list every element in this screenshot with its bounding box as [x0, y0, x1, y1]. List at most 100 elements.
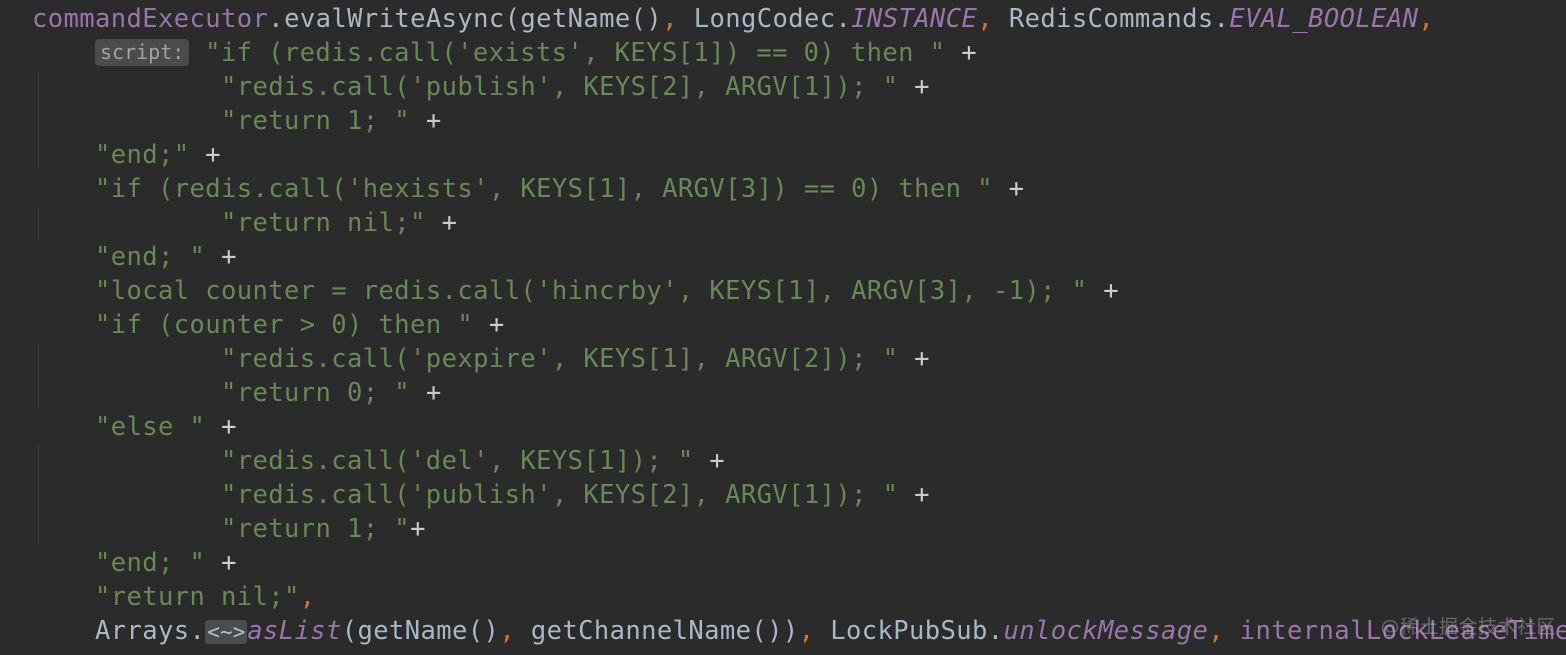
token-punct: ()	[467, 616, 500, 646]
token-op: +	[1008, 174, 1025, 204]
code-line[interactable]: "else " +	[0, 410, 1566, 444]
code-line[interactable]: "redis.call('publish', KEYS[2], ARGV[1])…	[0, 70, 1566, 104]
token-method: getChannelName	[530, 616, 752, 646]
token-string: "return 0; "	[221, 378, 411, 408]
code-line[interactable]: "local counter = redis.call('hincrby', K…	[0, 274, 1566, 308]
token-punct	[1224, 616, 1240, 646]
token-string: "return 1; "	[221, 514, 411, 544]
token-string: "redis.call('publish', KEYS[2], ARGV[1])…	[221, 480, 899, 510]
token-string: "local counter = redis.call('hincrby', K…	[95, 276, 1088, 306]
token-punct	[426, 208, 442, 238]
code-line[interactable]: "if (redis.call('hexists', KEYS[1], ARGV…	[0, 172, 1566, 206]
token-punct	[898, 344, 914, 374]
token-punct	[205, 412, 221, 442]
code-line[interactable]: "return 1; "+	[0, 512, 1566, 546]
token-op: +	[914, 72, 930, 102]
token-punct	[190, 140, 206, 170]
token-comma: ,	[499, 616, 516, 646]
token-punct	[189, 38, 205, 68]
code-line[interactable]: script: "if (redis.call('exists', KEYS[1…	[0, 36, 1566, 70]
token-punct	[205, 548, 221, 578]
code-line[interactable]: commandExecutor.evalWriteAsync(getName()…	[0, 2, 1566, 36]
code-line[interactable]: "end; " +	[0, 546, 1566, 580]
token-punct	[993, 174, 1009, 204]
token-punct: (	[341, 616, 358, 646]
token-op: +	[425, 106, 442, 136]
code-line[interactable]: "return 1; " +	[0, 104, 1566, 138]
code-line[interactable]: "redis.call('publish', KEYS[2], ARGV[1])…	[0, 478, 1566, 512]
token-op: +	[425, 378, 442, 408]
code-line[interactable]: "redis.call('del', KEYS[1]); " +	[0, 444, 1566, 478]
token-punct	[898, 72, 914, 102]
code-line[interactable]: "if (counter > 0) then " +	[0, 308, 1566, 342]
code-line[interactable]: "return 0; " +	[0, 376, 1566, 410]
token-string: "return nil;"	[221, 208, 426, 238]
token-string: "return nil;"	[95, 582, 300, 612]
token-string: "redis.call('publish', KEYS[2], ARGV[1])…	[221, 72, 899, 102]
code-line[interactable]: "return nil;",	[0, 580, 1566, 614]
token-static: unlockMessage	[1003, 616, 1209, 646]
token-op: +	[914, 480, 930, 510]
token-punct	[945, 38, 961, 68]
token-ident: LockPubSub	[830, 616, 988, 646]
token-punct: .	[189, 616, 206, 646]
token-comma: ,	[1208, 616, 1225, 646]
token-comma: ,	[798, 616, 815, 646]
token-punct: (	[504, 4, 521, 34]
token-op: +	[709, 446, 726, 476]
token-ident: RedisCommands	[1008, 4, 1214, 34]
code-line[interactable]: "return nil;" +	[0, 206, 1566, 240]
token-op: +	[221, 548, 237, 578]
code-content[interactable]: commandExecutor.evalWriteAsync(getName()…	[0, 0, 1566, 655]
token-comma: ,	[1418, 4, 1435, 34]
token-punct	[678, 4, 694, 34]
token-punct	[814, 616, 830, 646]
code-line[interactable]: "redis.call('pexpire', KEYS[1], ARGV[2])…	[0, 342, 1566, 376]
token-punct: .	[835, 4, 852, 34]
token-punct: .	[987, 616, 1004, 646]
code-line[interactable]: Arrays.<~>asList(getName(), getChannelNa…	[0, 614, 1566, 648]
token-string: "redis.call('del', KEYS[1]); "	[221, 446, 694, 476]
token-ident: Arrays	[95, 616, 190, 646]
token-op: +	[914, 344, 930, 374]
token-op: +	[441, 208, 458, 238]
token-punct	[473, 310, 489, 340]
token-method: evalWriteAsync	[284, 4, 505, 34]
token-op: +	[410, 514, 426, 544]
token-string: "return 1; "	[221, 106, 411, 136]
code-editor-pane[interactable]: commandExecutor.evalWriteAsync(getName()…	[0, 0, 1566, 655]
token-method: getName	[357, 616, 468, 646]
token-static: INSTANCE	[851, 4, 978, 34]
token-punct: .	[1213, 4, 1230, 34]
code-line[interactable]: "end; " +	[0, 240, 1566, 274]
token-comma: ,	[662, 4, 678, 34]
token-field: internalLockLeaseTime	[1239, 616, 1566, 646]
token-punct	[1087, 276, 1103, 306]
token-string: "end;"	[95, 140, 190, 170]
token-string: "if (redis.call('hexists', KEYS[1], ARGV…	[95, 174, 993, 204]
token-punct: ())	[751, 616, 799, 646]
token-op: +	[221, 412, 237, 442]
token-string: "else "	[95, 412, 206, 442]
token-punct	[205, 242, 221, 272]
token-op: +	[221, 242, 237, 272]
token-string: "redis.call('pexpire', KEYS[1], ARGV[2])…	[221, 344, 899, 374]
code-line[interactable]: "end;" +	[0, 138, 1566, 172]
token-op: +	[961, 38, 977, 68]
token-string: "end; "	[95, 242, 206, 272]
token-static: EVAL_BOOLEAN	[1229, 4, 1419, 34]
